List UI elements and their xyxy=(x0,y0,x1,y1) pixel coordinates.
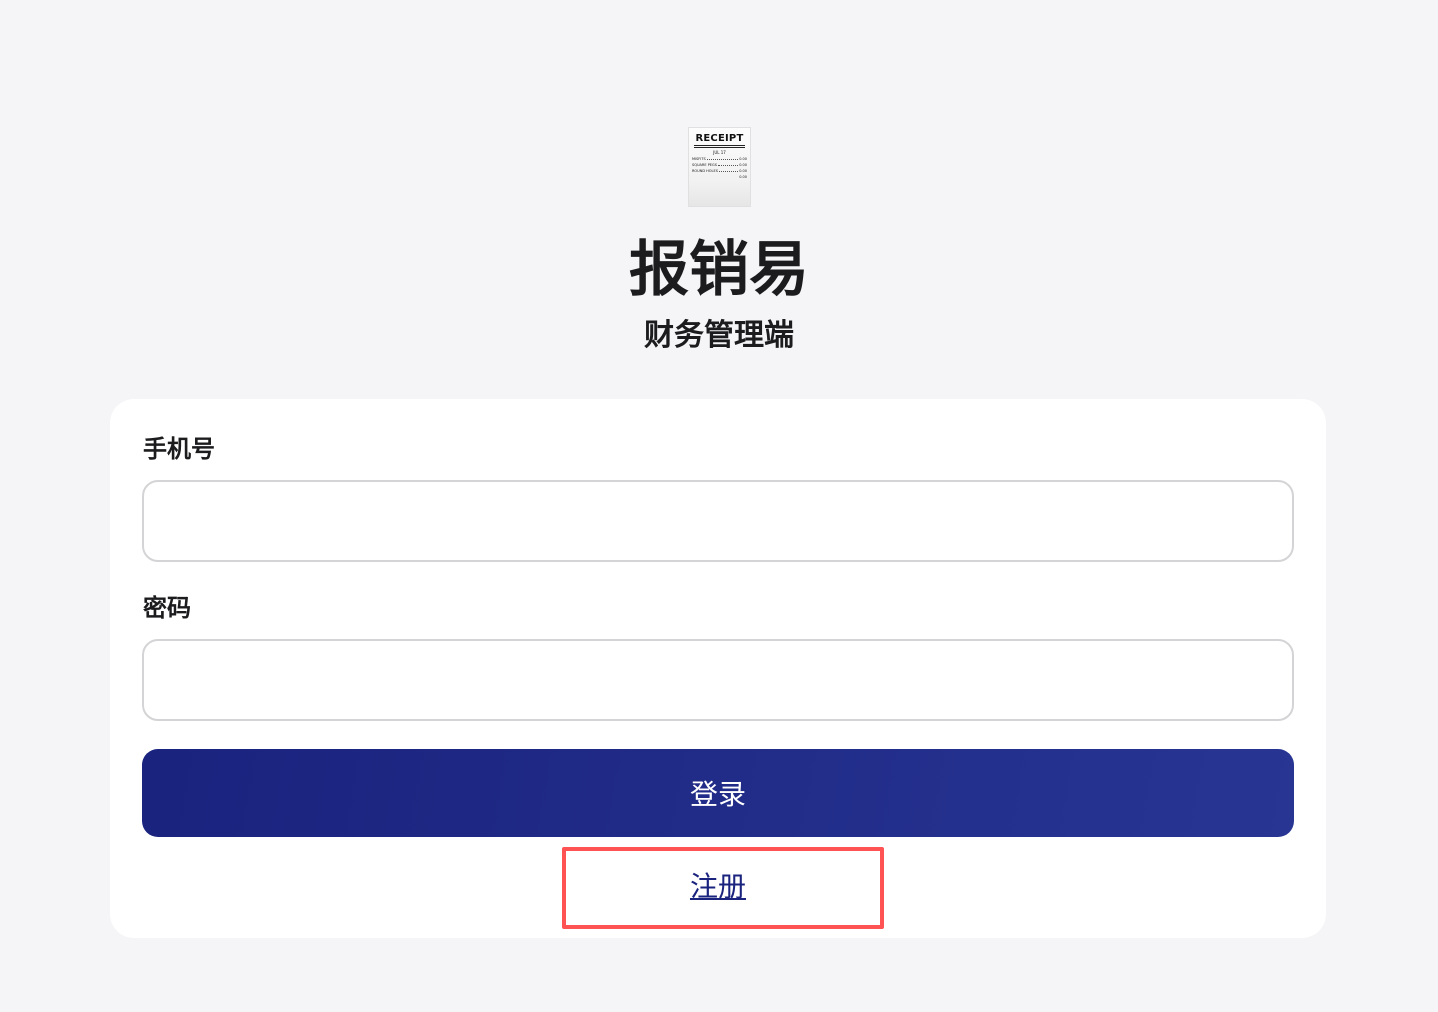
password-input[interactable] xyxy=(142,639,1294,721)
receipt-line: SQUARE PEGS 0.00 xyxy=(692,163,747,167)
receipt-line-amount: 0.00 xyxy=(739,163,747,167)
receipt-line-amount: 0.00 xyxy=(739,175,747,179)
receipt-heading: RECEIPT xyxy=(695,133,744,144)
phone-input[interactable] xyxy=(142,480,1294,562)
login-button[interactable]: 登录 xyxy=(142,749,1294,837)
receipt-line: ROUND HOLES 0.00 xyxy=(692,169,747,173)
receipt-line: 0.00 xyxy=(692,175,747,179)
receipt-line-label: MISFITS xyxy=(692,157,706,161)
receipt-rule xyxy=(694,147,745,148)
register-link[interactable]: 注册 xyxy=(110,869,1326,905)
app-subtitle: 财务管理端 xyxy=(644,318,794,353)
app-title: 报销易 xyxy=(629,235,809,305)
receipt-line-amount: 0.00 xyxy=(739,169,747,173)
phone-label: 手机号 xyxy=(143,435,215,463)
receipt-line-label: ROUND HOLES xyxy=(692,169,718,173)
receipt-line-amount: 0.00 xyxy=(739,157,747,161)
receipt-line-label: SQUARE PEGS xyxy=(692,163,717,167)
receipt-line: MISFITS 0.00 xyxy=(692,157,747,161)
receipt-rule xyxy=(694,145,745,146)
login-card: 手机号 密码 登录 注册 xyxy=(110,399,1326,938)
password-label: 密码 xyxy=(143,594,191,622)
receipt-icon: RECEIPT JUL 17 MISFITS 0.00 SQUARE PEGS … xyxy=(689,128,750,206)
receipt-date: JUL 17 xyxy=(713,150,726,155)
